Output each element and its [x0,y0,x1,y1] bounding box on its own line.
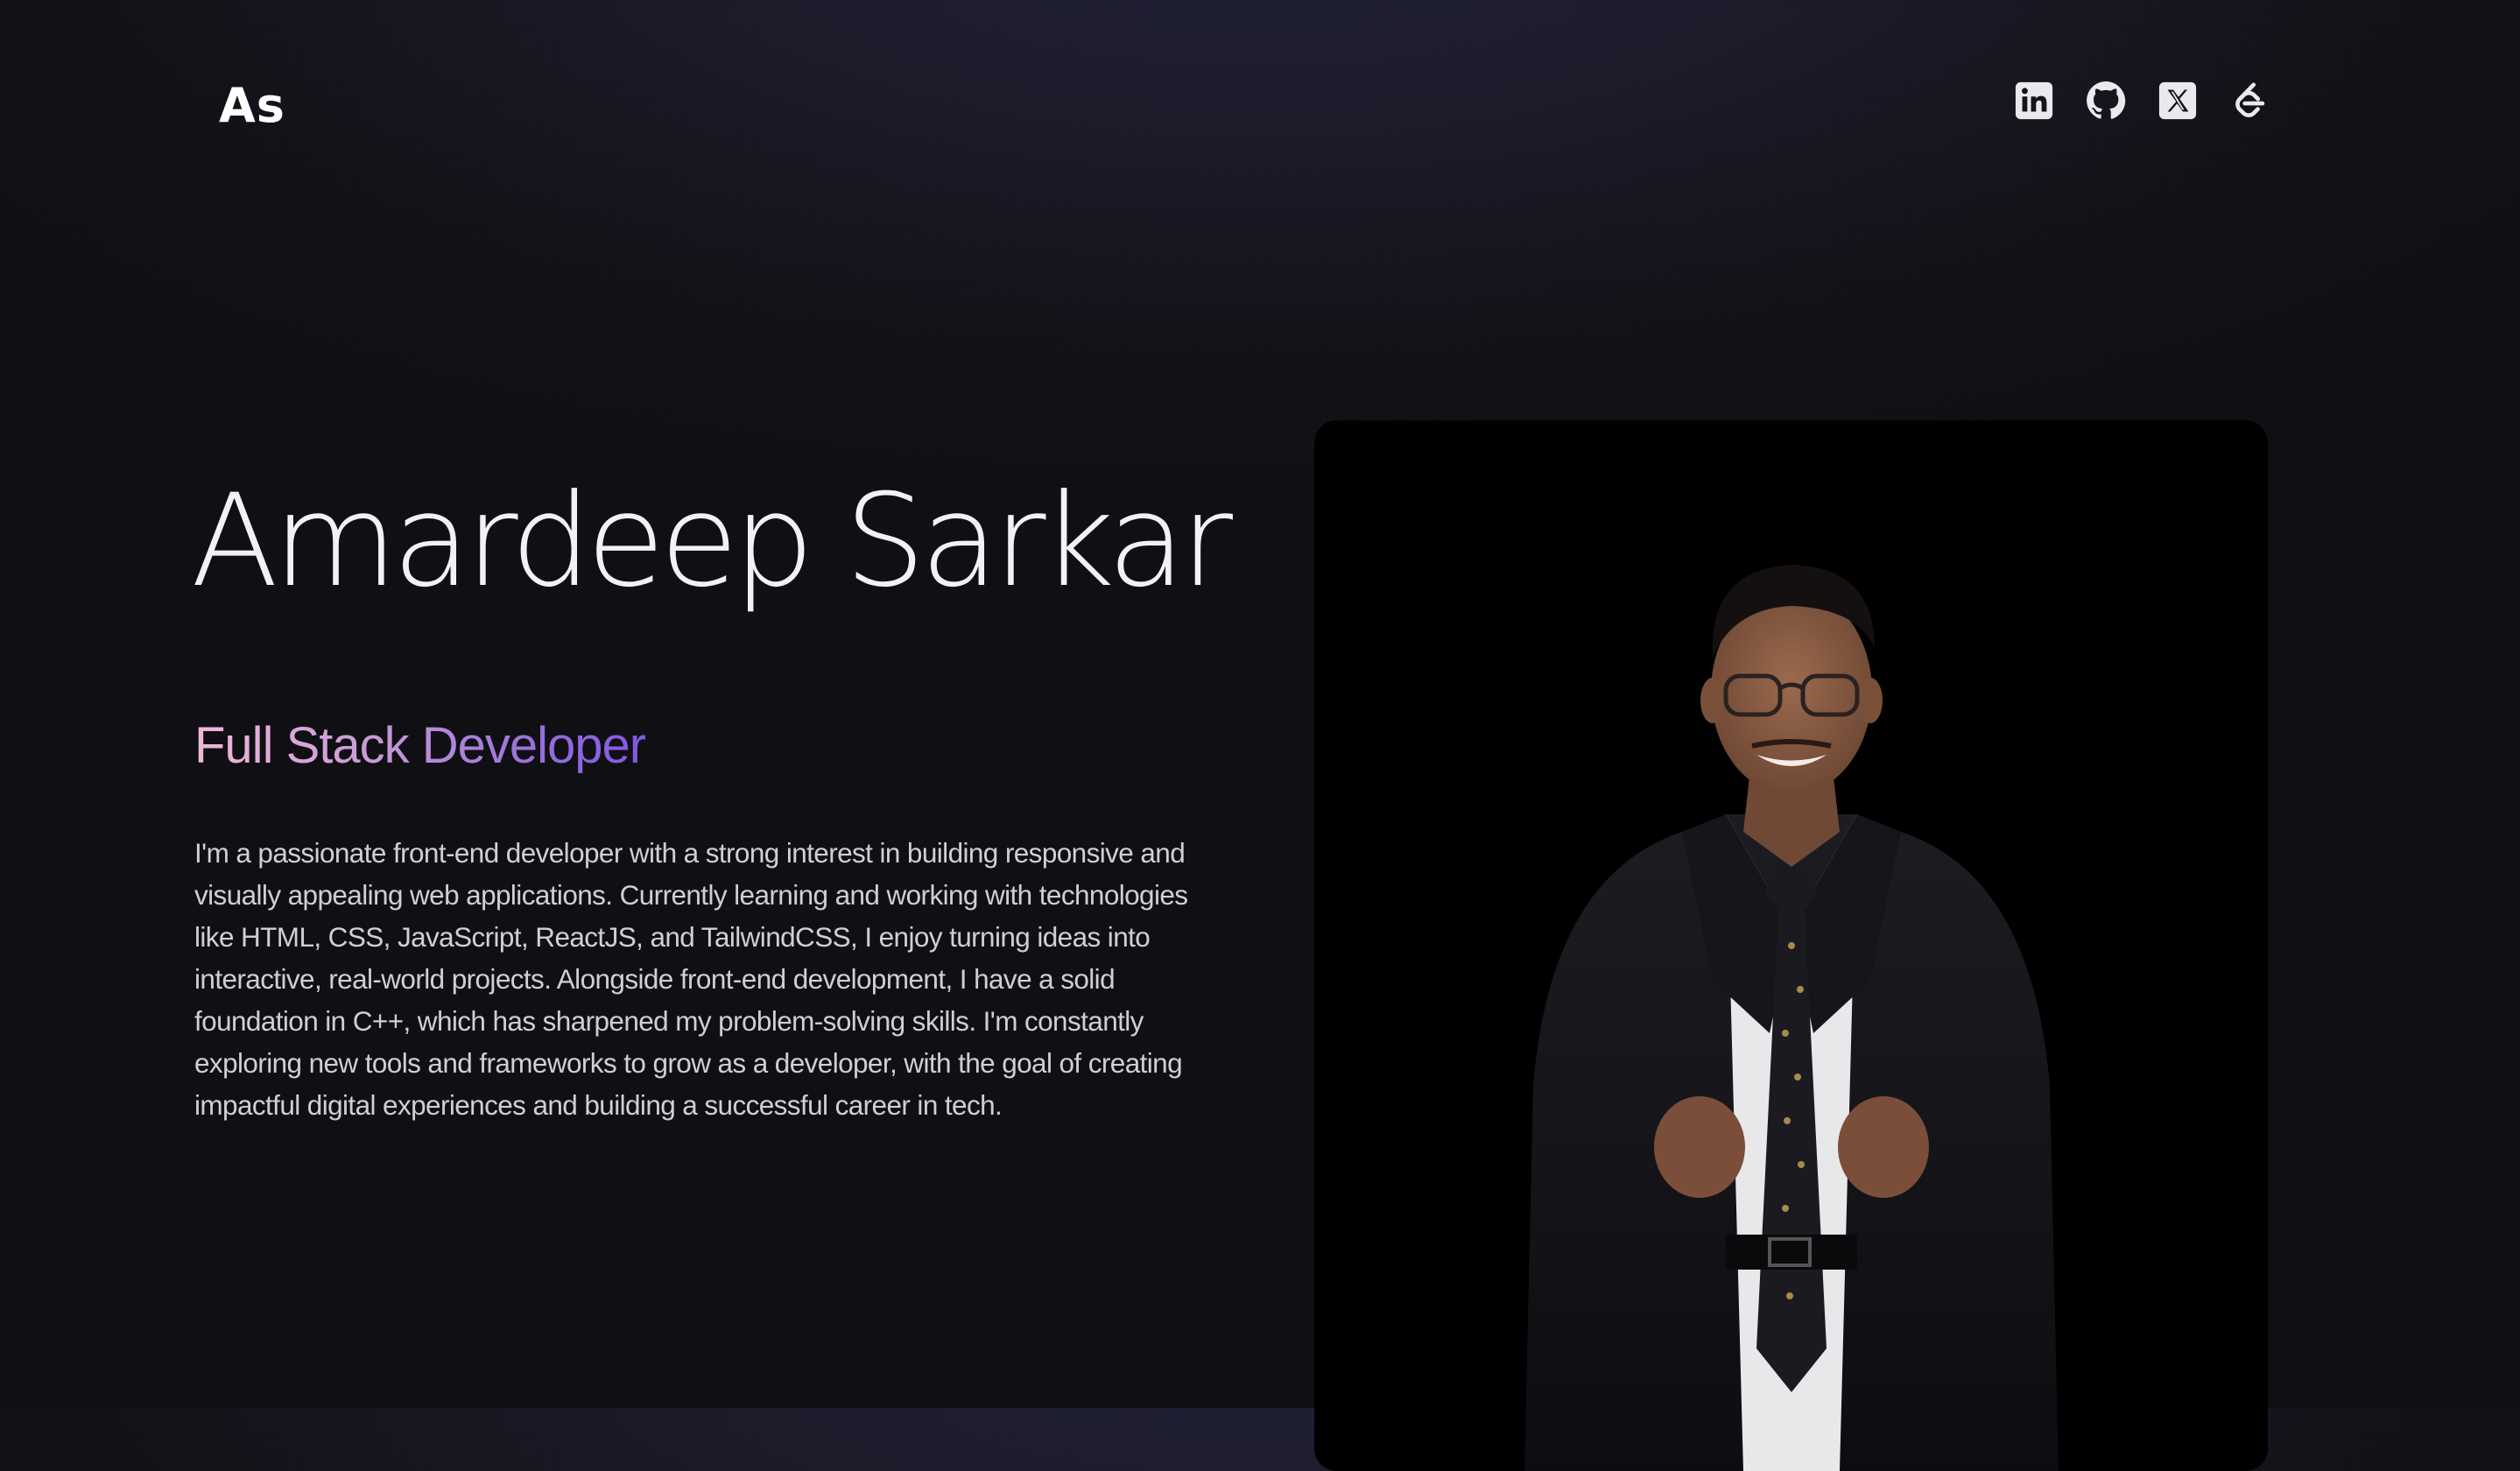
social-links [2014,81,2270,121]
leetcode-link[interactable] [2229,81,2270,121]
leetcode-icon [2235,82,2265,117]
profile-photo [1314,420,2268,1471]
linkedin-icon [2015,81,2053,120]
x-link[interactable] [2157,81,2198,121]
hero-role: Full Stack Developer [194,711,646,781]
github-link[interactable] [2086,81,2126,121]
profile-photo-card [1314,420,2268,1471]
hero-bio: I'm a passionate front-end developer wit… [194,837,1188,1121]
x-icon [2158,81,2197,120]
hero-name: Amardeep Sarkar [191,467,1233,616]
site-header: As [0,0,2520,210]
site-logo[interactable]: As [219,75,285,137]
linkedin-link[interactable] [2014,81,2054,121]
github-icon [2087,81,2126,119]
